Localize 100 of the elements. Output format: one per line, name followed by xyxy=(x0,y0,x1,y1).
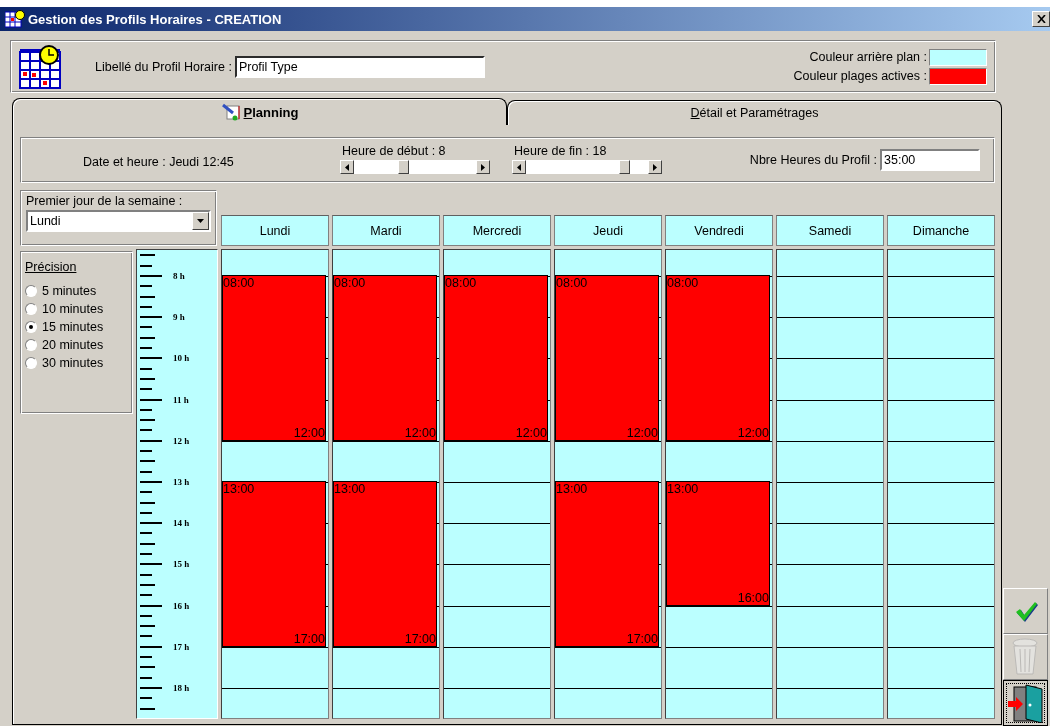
day-column[interactable]: 08:00 12:00 13:00 17:00 xyxy=(554,249,662,719)
active-slot[interactable]: 13:00 17:00 xyxy=(333,480,437,647)
radio-button[interactable] xyxy=(25,339,37,351)
hour-label: 8 h xyxy=(173,270,185,281)
day-column[interactable]: 08:00 12:00 13:00 17:00 xyxy=(221,249,329,719)
color-label: Couleur arrière plan : xyxy=(809,50,927,64)
color-swatch[interactable] xyxy=(929,67,987,85)
calendar-clock-icon xyxy=(19,44,63,89)
active-slot[interactable]: 08:00 12:00 xyxy=(222,274,326,441)
radio-button[interactable] xyxy=(25,285,37,297)
day-column[interactable]: 08:00 12:00 13:00 17:00 xyxy=(332,249,440,719)
day-column[interactable] xyxy=(887,249,995,719)
slot-start-time: 08:00 xyxy=(334,275,366,290)
date-time-label: Date et heure : Jeudi 12:45 xyxy=(83,155,235,169)
hour-label: 13 h xyxy=(173,476,190,487)
hour-label: 16 h xyxy=(173,600,190,611)
day-column[interactable]: 08:00 12:00 xyxy=(443,249,551,719)
slot-end-time: 12:00 xyxy=(626,425,658,440)
profile-label: Libellé du Profil Horaire : xyxy=(95,59,232,74)
day-header: Mardi xyxy=(332,215,440,246)
slot-end-time: 12:00 xyxy=(515,425,547,440)
day-header: Lundi xyxy=(221,215,329,246)
hour-label: 18 h xyxy=(173,682,190,693)
day-header: Jeudi xyxy=(554,215,662,246)
active-slot[interactable]: 08:00 12:00 xyxy=(666,274,770,441)
right-arrow-icon xyxy=(481,163,485,171)
radio-button[interactable] xyxy=(25,357,37,369)
scroll-right-button[interactable] xyxy=(648,160,662,174)
slider-thumb[interactable] xyxy=(397,160,409,174)
precision-option[interactable]: 20 minutes xyxy=(25,338,128,352)
precision-option[interactable]: 15 minutes xyxy=(25,320,128,334)
day-header: Dimanche xyxy=(887,215,995,246)
exit-button[interactable] xyxy=(1003,680,1048,726)
hour-slider[interactable] xyxy=(340,160,490,174)
active-slot[interactable]: 08:00 12:00 xyxy=(555,274,659,441)
hour-label: 17 h xyxy=(173,641,190,652)
exit-door-icon xyxy=(1007,683,1044,723)
hour-label: 12 h xyxy=(173,435,190,446)
active-slot[interactable]: 13:00 17:00 xyxy=(222,480,326,647)
hours-label: Nbre Heures du Profil : xyxy=(749,153,877,167)
calendar-icon xyxy=(5,10,25,28)
slot-end-time: 17:00 xyxy=(404,631,436,646)
hour-label: 15 h xyxy=(173,559,190,570)
slider-thumb[interactable] xyxy=(618,160,630,174)
trash-can-icon xyxy=(1010,637,1041,677)
slider-label: Heure de début : 8 xyxy=(342,144,446,158)
scroll-right-button[interactable] xyxy=(476,160,490,174)
active-slot[interactable]: 08:00 12:00 xyxy=(444,274,548,441)
slot-start-time: 13:00 xyxy=(556,481,588,496)
precision-option[interactable]: 10 minutes xyxy=(25,302,128,316)
hour-label: 11 h xyxy=(173,394,189,405)
day-header: Samedi xyxy=(776,215,884,246)
slot-start-time: 08:00 xyxy=(445,275,477,290)
slot-start-time: 08:00 xyxy=(667,275,699,290)
first-day-dropdown[interactable]: Lundi xyxy=(26,210,211,232)
profile-name-field[interactable]: Profil Type xyxy=(234,55,485,78)
day-header: Mercredi xyxy=(443,215,551,246)
validate-button[interactable] xyxy=(1003,588,1048,634)
precision-title: Précision xyxy=(25,260,78,274)
tab[interactable]: Planning xyxy=(12,98,507,125)
close-icon xyxy=(1036,15,1046,23)
color-swatch[interactable] xyxy=(929,48,987,66)
slot-end-time: 16:00 xyxy=(737,590,769,605)
radio-button[interactable] xyxy=(25,303,37,315)
hours-field[interactable]: 35:00 xyxy=(880,149,980,171)
left-arrow-icon xyxy=(345,163,349,171)
slot-end-time: 12:00 xyxy=(293,425,325,440)
hour-label: 9 h xyxy=(173,312,185,323)
slot-start-time: 08:00 xyxy=(223,275,255,290)
slot-start-time: 13:00 xyxy=(223,481,255,496)
scroll-left-button[interactable] xyxy=(340,160,354,174)
first-day-label: Premier jour de la semaine : xyxy=(26,194,184,208)
day-column[interactable] xyxy=(776,249,884,719)
checkmark-icon xyxy=(1013,600,1038,622)
precision-option[interactable]: 5 minutes xyxy=(25,284,128,298)
active-slot[interactable]: 08:00 12:00 xyxy=(333,274,437,441)
slot-end-time: 17:00 xyxy=(626,631,658,646)
scroll-left-button[interactable] xyxy=(512,160,526,174)
active-slot[interactable]: 13:00 17:00 xyxy=(555,480,659,647)
caret-icon xyxy=(197,219,204,223)
dropdown-button[interactable] xyxy=(192,212,209,230)
day-column[interactable]: 08:00 12:00 13:00 16:00 xyxy=(665,249,773,719)
slot-end-time: 12:00 xyxy=(737,425,769,440)
day-header: Vendredi xyxy=(665,215,773,246)
hour-label: 14 h xyxy=(173,518,190,529)
slot-end-time: 17:00 xyxy=(293,631,325,646)
active-slot[interactable]: 13:00 16:00 xyxy=(666,480,770,606)
planning-icon xyxy=(220,103,241,121)
slider-label: Heure de fin : 18 xyxy=(514,144,607,158)
tab[interactable]: Détail et Paramétrages xyxy=(507,100,1002,125)
slot-start-time: 13:00 xyxy=(334,481,366,496)
slot-start-time: 13:00 xyxy=(667,481,699,496)
window-title: Gestion des Profils Horaires - CREATION xyxy=(28,11,283,27)
hour-label: 10 h xyxy=(173,353,190,364)
hour-slider[interactable] xyxy=(512,160,662,174)
precision-option[interactable]: 30 minutes xyxy=(25,356,128,370)
close-button[interactable] xyxy=(1032,11,1050,27)
slot-start-time: 08:00 xyxy=(556,275,588,290)
right-arrow-icon xyxy=(653,163,657,171)
radio-button[interactable] xyxy=(25,321,37,333)
